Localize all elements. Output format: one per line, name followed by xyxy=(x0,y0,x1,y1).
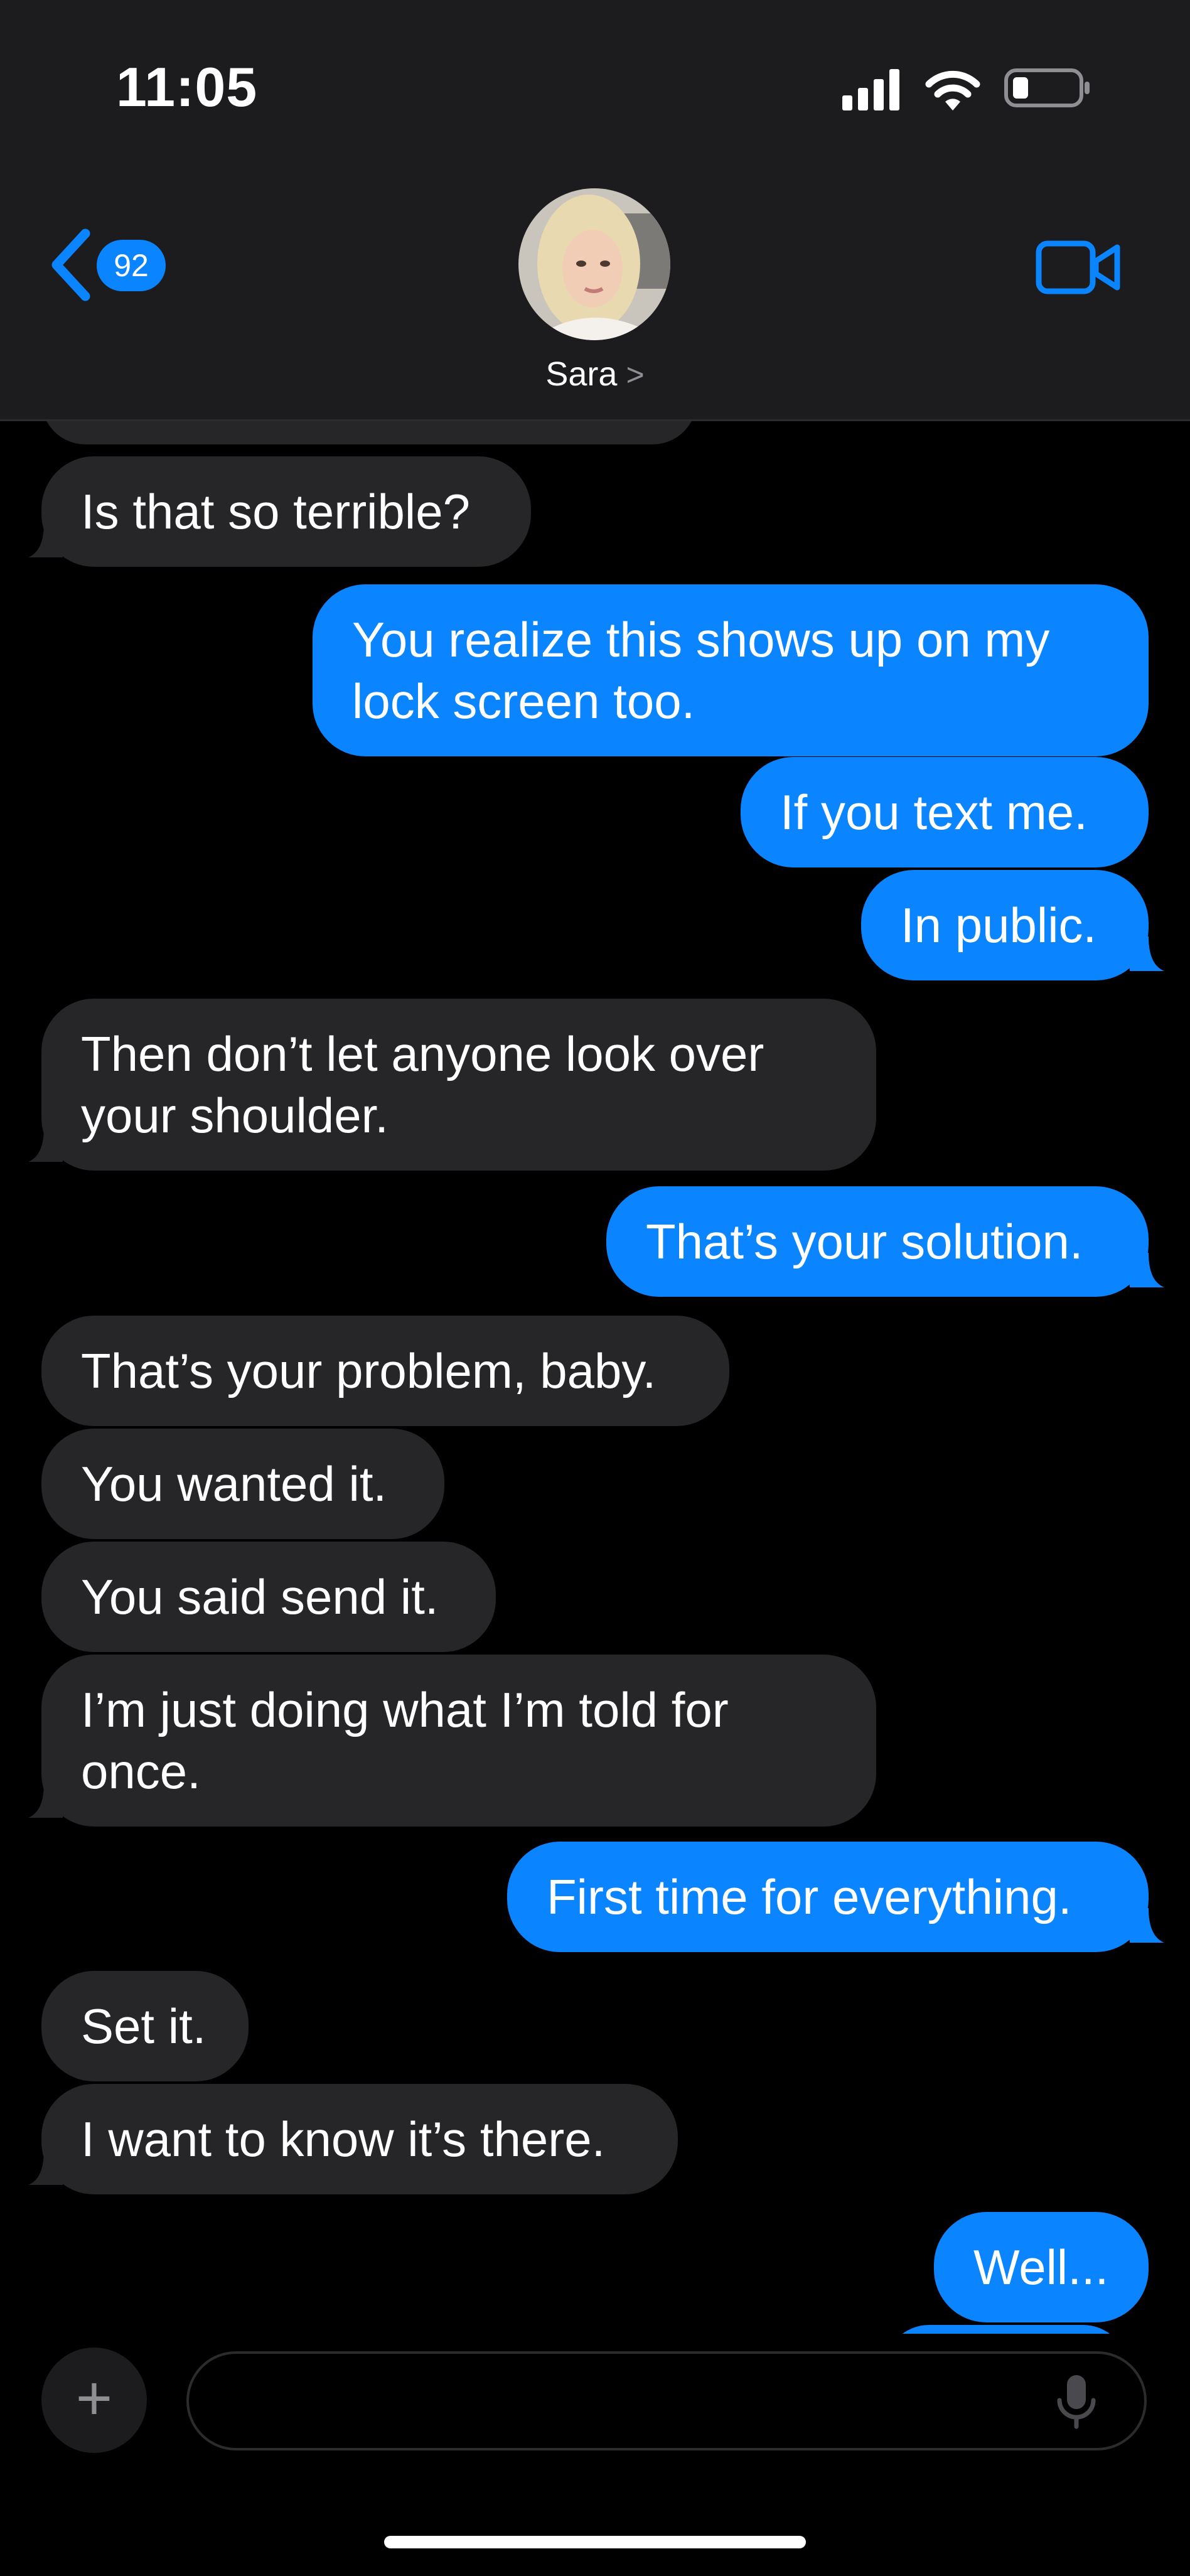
home-indicator[interactable] xyxy=(384,2536,806,2548)
plus-icon[interactable]: + xyxy=(41,2348,147,2453)
chevron-left-icon xyxy=(51,228,90,301)
back-button[interactable]: 92 xyxy=(49,227,168,303)
wifi-icon xyxy=(925,70,980,110)
message-bubble-received[interactable]: I’m just doing what I’m told for once. xyxy=(41,1655,876,1827)
bubble-tail xyxy=(28,523,63,557)
bubble-tail xyxy=(28,2150,63,2185)
message-bubble-received[interactable]: That’s your problem, baby. xyxy=(41,1316,729,1426)
bubble-tail xyxy=(28,1127,63,1162)
message-input[interactable] xyxy=(186,2351,1147,2450)
bubble-tail xyxy=(1130,1908,1164,1943)
message-bubble-received[interactable]: Set it. xyxy=(41,1971,249,2081)
message-bubble-received[interactable]: Then don’t let anyone look over your sho… xyxy=(41,999,876,1171)
status-time: 11:05 xyxy=(116,56,258,118)
video-camera-icon[interactable] xyxy=(1036,239,1122,296)
message-bubble-received[interactable]: You wanted it. xyxy=(41,1429,444,1539)
message-list[interactable]: Is that so terrible? You realize this sh… xyxy=(0,419,1190,2334)
message-bubble-sent[interactable]: In public. xyxy=(861,870,1149,980)
message-bubble-sent[interactable]: You realize this shows up on my lock scr… xyxy=(313,584,1149,756)
message-bubble-sent[interactable]: Well... xyxy=(934,2212,1149,2322)
message-bubble-sent[interactable]: That’s your solution. xyxy=(606,1186,1149,1297)
message-bubble-sent[interactable]: If you text me. xyxy=(741,757,1149,867)
battery-icon xyxy=(1004,68,1090,107)
message-bubble-sent[interactable]: First time for everything. xyxy=(507,1842,1149,1952)
message-bubble-received[interactable]: You said send it. xyxy=(41,1542,496,1652)
cellular-signal-icon xyxy=(842,69,899,110)
conversation-header: 11:05 92 Sara > xyxy=(0,0,1190,421)
message-bubble-partial[interactable] xyxy=(885,2325,1127,2334)
bubble-tail xyxy=(28,1783,63,1818)
contact-avatar[interactable] xyxy=(518,188,670,340)
message-bubble-partial[interactable] xyxy=(41,419,697,444)
message-bubble-received[interactable]: Is that so terrible? xyxy=(41,456,531,567)
contact-name-button[interactable]: Sara > xyxy=(0,355,1190,394)
microphone-icon[interactable] xyxy=(1054,2373,1098,2430)
contact-name: Sara xyxy=(545,355,618,393)
message-bubble-received[interactable]: I want to know it’s there. xyxy=(41,2084,678,2194)
chevron-right-icon: > xyxy=(626,357,645,392)
bubble-tail xyxy=(1130,1253,1164,1287)
bubble-tail xyxy=(1130,936,1164,971)
unread-count-badge: 92 xyxy=(97,240,166,291)
